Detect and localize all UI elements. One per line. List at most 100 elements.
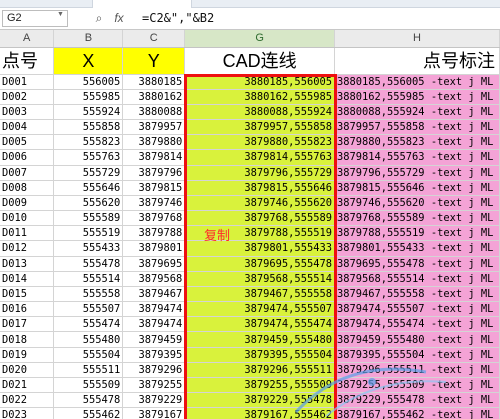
- cell-y[interactable]: 3879815: [122, 180, 186, 196]
- cell-y[interactable]: 3879568: [122, 271, 186, 287]
- cell-x[interactable]: 555823: [53, 134, 124, 151]
- cell-point-id[interactable]: D002: [0, 89, 55, 105]
- cell-point-label[interactable]: 3879296,555511 -text j ML: [334, 362, 500, 378]
- column-header-a[interactable]: A: [0, 30, 55, 48]
- cell-cad-line[interactable]: 3880185,556005: [184, 74, 335, 90]
- cell-point-id[interactable]: D010: [0, 210, 55, 227]
- cell-cad-line[interactable]: 3879395,555504: [184, 347, 335, 363]
- cell-cad-line[interactable]: 3879796,555729: [184, 165, 335, 181]
- cell-point-label[interactable]: 3879459,555480 -text j ML: [334, 331, 500, 348]
- cell-point-label[interactable]: 3879796,555729 -text j ML: [334, 165, 500, 181]
- cell-point-id[interactable]: D018: [0, 331, 55, 348]
- cell-point-id[interactable]: D004: [0, 119, 55, 136]
- cell-cad-line[interactable]: 3879229,555478: [184, 392, 335, 409]
- column-header-c[interactable]: C: [122, 30, 186, 48]
- cell-point-id[interactable]: D019: [0, 347, 55, 363]
- cell-point-id[interactable]: D006: [0, 149, 55, 166]
- cell-y[interactable]: 3880162: [122, 89, 186, 105]
- cell-point-id[interactable]: D008: [0, 180, 55, 196]
- cell-x[interactable]: 555509: [53, 377, 124, 394]
- cell-y[interactable]: 3880185: [122, 74, 186, 90]
- cell-point-id[interactable]: D005: [0, 134, 55, 151]
- cell-point-id[interactable]: D011: [0, 225, 55, 242]
- cell-point-label[interactable]: 3880185,556005 -text j ML: [334, 74, 500, 90]
- cell-cad-line[interactable]: 3879746,555620: [184, 195, 335, 212]
- cell-y[interactable]: 3879788: [122, 225, 186, 242]
- cell-point-id[interactable]: D012: [0, 240, 55, 257]
- cell-y[interactable]: 3879695: [122, 256, 186, 272]
- cell-cad-line[interactable]: 3879814,555763: [184, 149, 335, 166]
- cell-y[interactable]: 3879459: [122, 331, 186, 348]
- cell-cad-line[interactable]: 3880162,555985: [184, 89, 335, 105]
- cell-point-id[interactable]: D016: [0, 301, 55, 318]
- cell-x[interactable]: 555478: [53, 256, 124, 272]
- cell-x[interactable]: 555462: [53, 407, 124, 419]
- cell-y[interactable]: 3879796: [122, 165, 186, 181]
- cell-point-id[interactable]: D003: [0, 104, 55, 121]
- cell-x[interactable]: 555985: [53, 89, 124, 105]
- cell-point-label[interactable]: 3879474,555474 -text j ML: [334, 316, 500, 333]
- cell-point-id[interactable]: D022: [0, 392, 55, 409]
- magnifier-icon[interactable]: ⌕: [92, 11, 106, 26]
- cell-point-label[interactable]: 3879167,555462 -text j ML: [334, 407, 500, 419]
- cell-point-label[interactable]: 3879695,555478 -text j ML: [334, 256, 500, 272]
- cell-point-id[interactable]: D009: [0, 195, 55, 212]
- formula-input[interactable]: =C2&","&B2: [142, 10, 214, 27]
- cell-y[interactable]: 3879814: [122, 149, 186, 166]
- cell-x[interactable]: 555511: [53, 362, 124, 378]
- cell-point-label[interactable]: 3879746,555620 -text j ML: [334, 195, 500, 212]
- cell-point-id[interactable]: D015: [0, 286, 55, 303]
- cell-cad-line[interactable]: 3879815,555646: [184, 180, 335, 196]
- cell-x[interactable]: 555558: [53, 286, 124, 303]
- header-cell-y[interactable]: Y: [122, 47, 186, 75]
- header-cell-point[interactable]: 点号: [0, 47, 55, 75]
- chevron-down-icon[interactable]: ▼: [57, 11, 64, 18]
- cell-point-label[interactable]: 3879768,555589 -text j ML: [334, 210, 500, 227]
- cell-point-label[interactable]: 3880162,555985 -text j ML: [334, 89, 500, 105]
- cell-y[interactable]: 3879801: [122, 240, 186, 257]
- cell-point-id[interactable]: D023: [0, 407, 55, 419]
- cell-x[interactable]: 555514: [53, 271, 124, 287]
- cell-cad-line[interactable]: 3879255,555509: [184, 377, 335, 394]
- cell-x[interactable]: 555589: [53, 210, 124, 227]
- cell-y[interactable]: 3879768: [122, 210, 186, 227]
- cell-point-label[interactable]: 3879395,555504 -text j ML: [334, 347, 500, 363]
- cell-y[interactable]: 3880088: [122, 104, 186, 121]
- cell-cad-line[interactable]: 3879957,555858: [184, 119, 335, 136]
- cell-x[interactable]: 555474: [53, 316, 124, 333]
- cell-y[interactable]: 3879395: [122, 347, 186, 363]
- cell-point-label[interactable]: 3879801,555433 -text j ML: [334, 240, 500, 257]
- header-cell-x[interactable]: X: [53, 47, 124, 75]
- cell-x[interactable]: 555519: [53, 225, 124, 242]
- cell-point-id[interactable]: D021: [0, 377, 55, 394]
- cell-cad-line[interactable]: 3879296,555511: [184, 362, 335, 378]
- column-header-g[interactable]: G: [184, 30, 335, 48]
- cell-cad-line[interactable]: 3879459,555480: [184, 331, 335, 348]
- cell-point-label[interactable]: 3879229,555478 -text j ML: [334, 392, 500, 409]
- cell-point-id[interactable]: D014: [0, 271, 55, 287]
- cell-point-label[interactable]: 3879467,555558 -text j ML: [334, 286, 500, 303]
- cell-cad-line[interactable]: 3879467,555558: [184, 286, 335, 303]
- cell-cad-line[interactable]: 3879880,555823: [184, 134, 335, 151]
- fx-icon[interactable]: fx: [112, 11, 126, 26]
- cell-cad-line[interactable]: 3879474,555474: [184, 316, 335, 333]
- cell-point-label[interactable]: 3879568,555514 -text j ML: [334, 271, 500, 287]
- cell-point-id[interactable]: D007: [0, 165, 55, 181]
- document-tab[interactable]: [92, 0, 192, 8]
- header-cell-cad-line[interactable]: CAD连线: [184, 47, 335, 75]
- cell-cad-line[interactable]: 3879568,555514: [184, 271, 335, 287]
- cell-x[interactable]: 556005: [53, 74, 124, 90]
- cell-cad-line[interactable]: 3879768,555589: [184, 210, 335, 227]
- cell-cad-line[interactable]: 3879695,555478: [184, 256, 335, 272]
- cell-x[interactable]: 555433: [53, 240, 124, 257]
- cell-x[interactable]: 555507: [53, 301, 124, 318]
- cell-y[interactable]: 3879474: [122, 316, 186, 333]
- column-header-h[interactable]: H: [334, 30, 500, 48]
- cell-cad-line[interactable]: 3879474,555507: [184, 301, 335, 318]
- cell-y[interactable]: 3879880: [122, 134, 186, 151]
- cell-y[interactable]: 3879229: [122, 392, 186, 409]
- cell-cad-line[interactable]: 3880088,555924: [184, 104, 335, 121]
- cell-point-id[interactable]: D017: [0, 316, 55, 333]
- cell-x[interactable]: 555646: [53, 180, 124, 196]
- cell-cad-line[interactable]: 3879167,555462: [184, 407, 335, 419]
